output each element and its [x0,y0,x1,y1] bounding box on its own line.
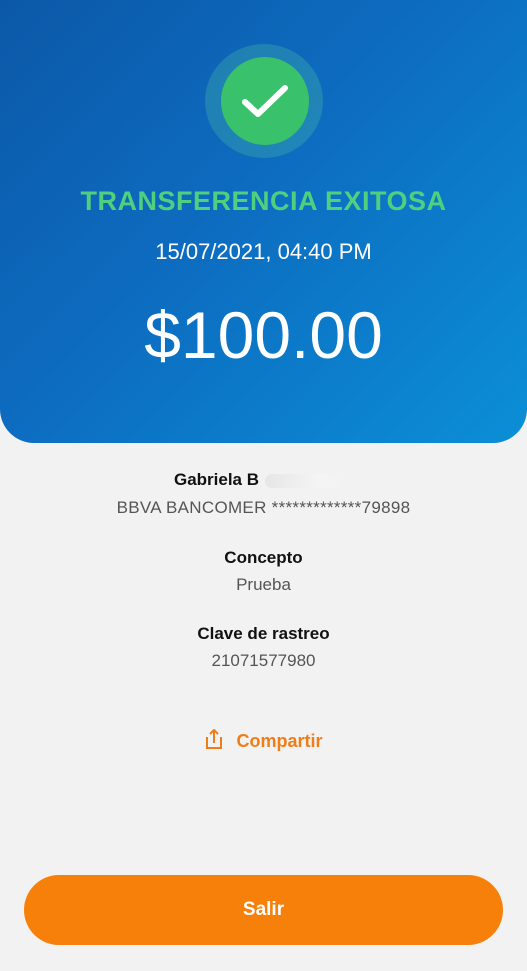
recipient-bank-account: BBVA BANCOMER *************79898 [116,498,411,517]
recipient-name-row: Gabriela B [0,470,527,490]
exit-button-label: Salir [242,899,285,920]
concept-label: Concepto [224,548,303,567]
tracking-label: Clave de rastreo [197,624,330,643]
share-button[interactable]: Compartir [0,727,527,756]
concept-value: Prueba [236,575,291,594]
redacted-name-blur [265,473,354,488]
share-icon [204,727,224,756]
transfer-amount: $100.00 [144,298,383,372]
exit-button[interactable]: Salir [24,875,503,945]
status-title: TRANSFERENCIA EXITOSA [80,186,447,216]
tracking-value: 21071577980 [211,651,316,670]
recipient-name: Gabriela B [173,470,260,489]
share-label: Compartir [236,731,323,751]
transfer-datetime: 15/07/2021, 04:40 PM [155,239,372,264]
transfer-header: TRANSFERENCIA EXITOSA 15/07/2021, 04:40 … [0,0,527,443]
check-icon [221,57,309,145]
